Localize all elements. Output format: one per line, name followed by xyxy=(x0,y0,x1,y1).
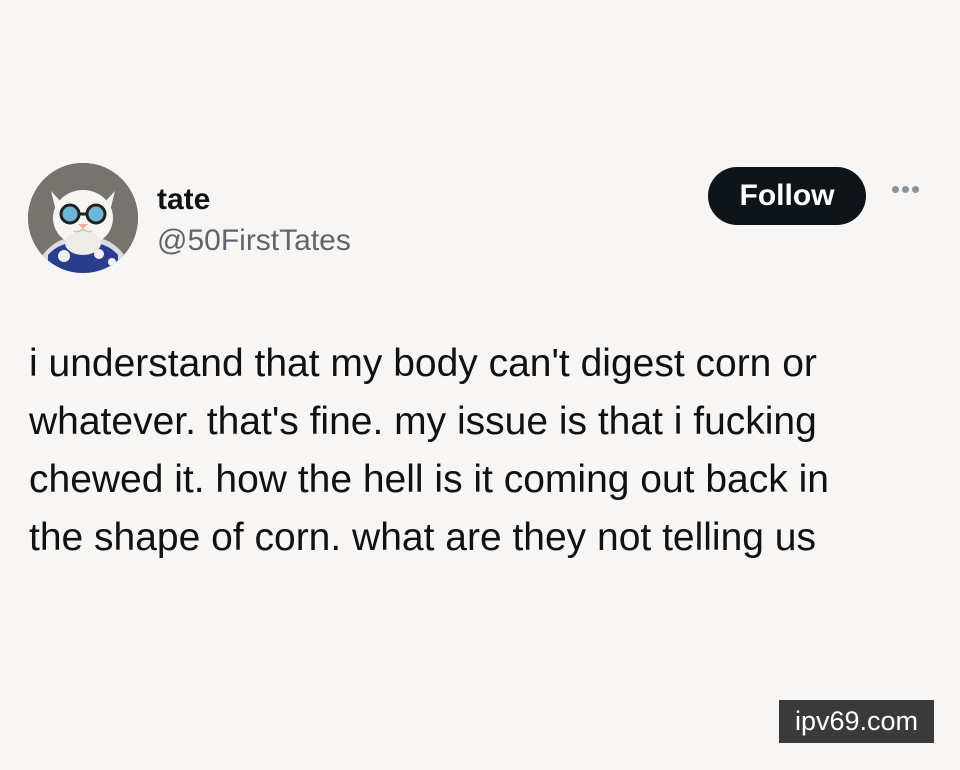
follow-button[interactable]: Follow xyxy=(708,167,866,225)
avatar[interactable] xyxy=(28,163,138,273)
post-text: i understand that my body can't digest c… xyxy=(29,342,829,559)
more-horizontal-icon[interactable]: ••• xyxy=(886,176,926,202)
display-name[interactable]: tate xyxy=(157,183,351,217)
cat-with-sunglasses-avatar-icon xyxy=(28,163,138,273)
author-info[interactable]: tate @50FirstTates xyxy=(157,183,351,258)
user-handle[interactable]: @50FirstTates xyxy=(157,224,351,258)
post-header: tate @50FirstTates Follow ••• xyxy=(28,163,938,275)
watermark: ipv69.com xyxy=(779,700,934,743)
